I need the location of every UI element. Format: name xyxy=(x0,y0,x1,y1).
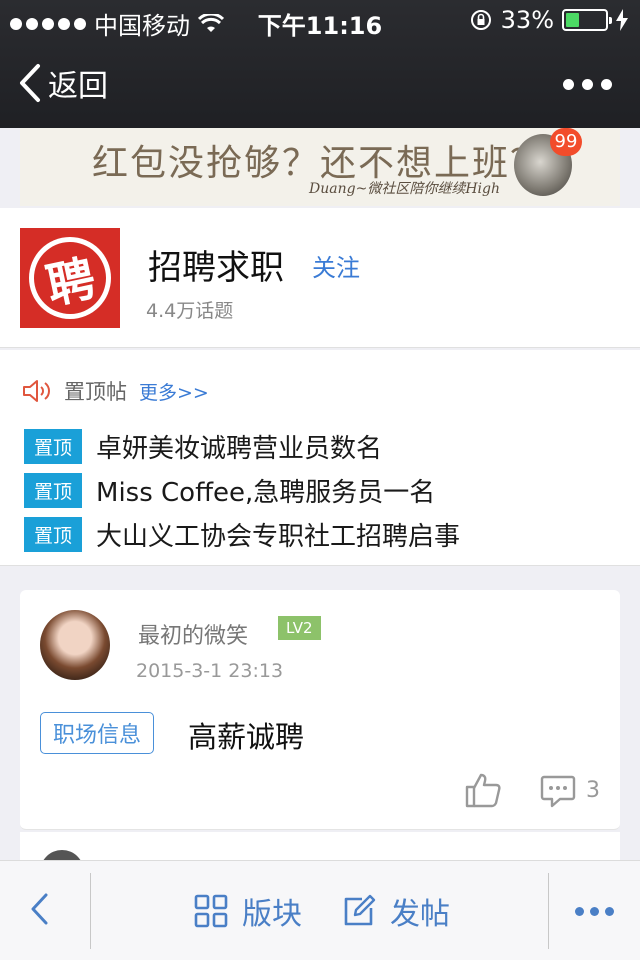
more-dot xyxy=(601,78,612,90)
charging-icon xyxy=(616,9,628,31)
new-post-button[interactable]: 发帖 xyxy=(342,889,450,933)
grid-icon xyxy=(194,894,228,928)
post-category-tag[interactable]: 职场信息 xyxy=(40,712,155,754)
new-post-label: 发帖 xyxy=(390,897,450,932)
more-options-button[interactable] xyxy=(563,66,612,102)
battery-icon xyxy=(562,9,612,31)
top-bar: 中国移动 下午11:16 33% 返回 xyxy=(0,0,640,128)
pinned-item[interactable]: 置顶 大山义工协会专职社工招聘启事 xyxy=(24,516,460,553)
rotation-lock-icon xyxy=(470,10,491,30)
forum-logo: 聘 xyxy=(20,228,120,328)
follow-button[interactable]: 关注 xyxy=(312,248,360,283)
divider xyxy=(548,873,549,949)
topic-count: 4.4万话题 xyxy=(146,300,234,322)
pinned-posts-section: 置顶帖 更多>> 置顶 卓妍美妆诚聘营业员数名 置顶 Miss Coffee,急… xyxy=(0,350,640,566)
forum-title: 招聘求职 xyxy=(148,248,284,288)
battery-level xyxy=(566,13,579,27)
chevron-left-icon xyxy=(20,64,40,102)
status-bar: 中国移动 下午11:16 33% xyxy=(0,0,640,40)
more-dot xyxy=(563,78,574,90)
comment-count: 3 xyxy=(586,778,600,803)
divider xyxy=(90,873,91,949)
comment-icon[interactable] xyxy=(540,774,576,808)
banner-badge: 99 xyxy=(550,128,582,156)
sections-button[interactable]: 版块 xyxy=(194,889,302,933)
pinned-item-title: Miss Coffee,急聘服务员一名 xyxy=(96,478,436,508)
more-dot xyxy=(590,907,599,916)
battery-percent: 33% xyxy=(500,6,554,34)
more-dot xyxy=(575,907,584,916)
more-dot xyxy=(582,78,593,90)
level-badge: LV2 xyxy=(278,616,321,640)
avatar[interactable] xyxy=(40,610,110,680)
like-icon[interactable] xyxy=(464,772,502,808)
more-dot xyxy=(605,907,614,916)
back-arrow-icon[interactable] xyxy=(24,889,54,929)
post-timestamp: 2015-3-1 23:13 xyxy=(136,660,284,682)
pinned-item-title: 大山义工协会专职社工招聘启事 xyxy=(96,522,461,552)
pinned-tag: 置顶 xyxy=(24,473,83,508)
compose-icon xyxy=(344,894,376,926)
banner-tagline: Duang~微社区陪你继续High xyxy=(309,181,500,197)
sections-label: 版块 xyxy=(242,897,302,932)
back-label: 返回 xyxy=(48,69,108,104)
back-button[interactable]: 返回 xyxy=(18,60,108,106)
forum-header: 聘 招聘求职 关注 4.4万话题 xyxy=(0,208,640,348)
speaker-icon xyxy=(23,380,50,402)
post-username[interactable]: 最初的微笑 xyxy=(138,618,248,650)
post-card[interactable]: 最初的微笑 LV2 2015-3-1 23:13 职场信息 高薪诚聘 3 xyxy=(20,590,620,830)
bottom-toolbar: 版块 发帖 xyxy=(0,860,640,960)
toolbar-more-button[interactable] xyxy=(575,907,614,916)
pinned-tag: 置顶 xyxy=(24,429,83,464)
pinned-more-link[interactable]: 更多>> xyxy=(139,378,209,405)
pinned-item[interactable]: 置顶 卓妍美妆诚聘营业员数名 xyxy=(24,428,382,465)
forum-logo-char: 聘 xyxy=(27,235,113,321)
pinned-label: 置顶帖 xyxy=(64,380,127,404)
status-right: 33% xyxy=(469,6,628,34)
post-title[interactable]: 高薪诚聘 xyxy=(188,714,304,756)
pinned-tag: 置顶 xyxy=(24,517,83,552)
pinned-header: 置顶帖 更多>> xyxy=(22,376,209,406)
pinned-item[interactable]: 置顶 Miss Coffee,急聘服务员一名 xyxy=(24,472,435,509)
promo-banner[interactable]: 红包没抢够？还不想上班？ Duang~微社区陪你继续High 99 xyxy=(20,128,620,206)
pinned-item-title: 卓妍美妆诚聘营业员数名 xyxy=(96,434,383,464)
